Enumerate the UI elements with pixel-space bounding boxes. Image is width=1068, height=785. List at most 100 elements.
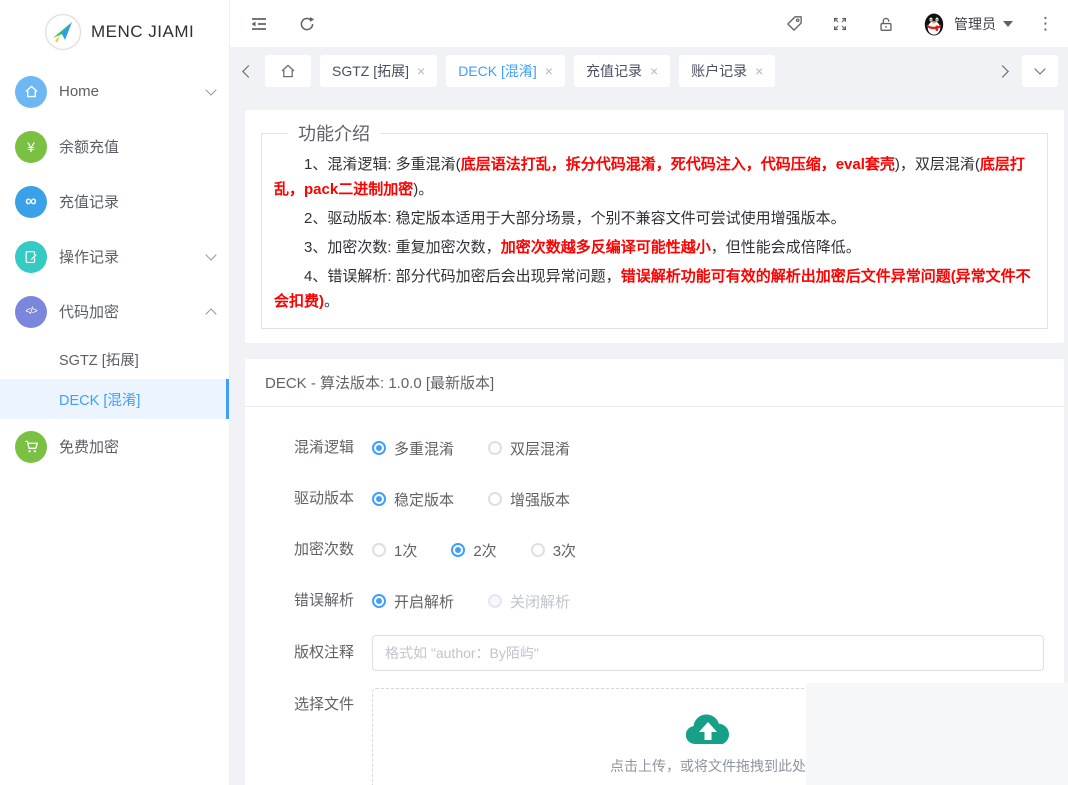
copyright-input[interactable]	[372, 635, 1044, 671]
radio-icon	[372, 594, 386, 608]
tab-home[interactable]	[265, 55, 311, 87]
radio-label: 关闭解析	[510, 591, 570, 612]
radio-icon	[531, 543, 545, 557]
sidebar-item-operation-record[interactable]: 操作记录	[0, 229, 229, 284]
field-label: 选择文件	[245, 688, 372, 722]
radio-icon	[372, 441, 386, 455]
intro-paragraph: 4、错误解析: 部分代码加密后会出现异常问题，错误解析功能可有效的解析出加密后文…	[274, 264, 1035, 314]
radio-label: 多重混淆	[394, 438, 454, 459]
close-tab-icon[interactable]: ×	[545, 64, 553, 78]
form-row-driver: 驱动版本 稳定版本 增强版本	[245, 482, 1044, 516]
tab-account-record[interactable]: 账户记录 ×	[679, 55, 775, 87]
sidebar-item-home[interactable]: Home	[0, 64, 229, 119]
radio-icon	[372, 492, 386, 506]
subitem-label: DECK [混淆]	[59, 389, 140, 410]
fullscreen-icon[interactable]	[829, 13, 851, 35]
app-title: MENC JIAMI	[91, 22, 194, 42]
radio-icon	[372, 543, 386, 557]
cloud-upload-icon	[684, 712, 732, 748]
tabs-scroll-left-icon[interactable]	[238, 62, 256, 80]
sidebar-item-label: 免费加密	[59, 436, 215, 457]
tab-label: DECK [混淆]	[458, 61, 537, 81]
radio-enable-parse[interactable]: 开启解析	[372, 591, 454, 612]
radio-label: 稳定版本	[394, 489, 454, 510]
intro-paragraph: 2、驱动版本: 稳定版本适用于大部分场景，个别不兼容文件可尝试使用增强版本。	[274, 206, 1035, 231]
kebab-menu-icon[interactable]: ⋮	[1037, 15, 1054, 32]
subitem-label: SGTZ [拓展]	[59, 349, 139, 370]
radio-disable-parse: 关闭解析	[488, 591, 570, 612]
sidebar-item-free-encrypt[interactable]: 免费加密	[0, 419, 229, 474]
tab-sgtz[interactable]: SGTZ [拓展] ×	[320, 55, 437, 87]
intro-box: 功能介绍 1、混淆逻辑: 多重混淆(底层语法打乱，拆分代码混淆，死代码注入，代码…	[261, 120, 1048, 329]
field-label: 错误解析	[245, 584, 372, 618]
sidebar-item-code-encrypt[interactable]: </> 代码加密	[0, 284, 229, 339]
field-label: 混淆逻辑	[245, 431, 372, 465]
sidebar-item-label: 充值记录	[59, 191, 215, 212]
radio-label: 双层混淆	[510, 438, 570, 459]
tab-label: SGTZ [拓展]	[332, 61, 409, 81]
caret-down-icon	[1003, 21, 1013, 27]
sidebar: MENC JIAMI Home ¥ 余额充值 ∞ 充值记录 操作记录 </>	[0, 0, 230, 785]
field-label: 加密次数	[245, 533, 372, 567]
operation-record-icon	[15, 241, 47, 273]
sidebar-item-label: 代码加密	[59, 301, 207, 322]
radio-3-times[interactable]: 3次	[531, 540, 576, 561]
close-tab-icon[interactable]: ×	[417, 64, 425, 78]
close-tab-icon[interactable]: ×	[755, 64, 763, 78]
balance-recharge-icon: ¥	[15, 131, 47, 163]
intro-title: 功能介绍	[288, 120, 380, 146]
radio-icon	[451, 543, 465, 557]
page-content: 功能介绍 1、混淆逻辑: 多重混淆(底层语法打乱，拆分代码混淆，死代码注入，代码…	[230, 95, 1068, 785]
radio-label: 3次	[553, 540, 576, 561]
sidebar-item-recharge-record[interactable]: ∞ 充值记录	[0, 174, 229, 229]
radio-enhanced-version[interactable]: 增强版本	[488, 489, 570, 510]
radio-double-obfuscation[interactable]: 双层混淆	[488, 438, 570, 459]
radio-icon	[488, 492, 502, 506]
radio-label: 2次	[473, 540, 496, 561]
upload-hint-text: 点击上传，或将文件拖拽到此处	[610, 756, 806, 776]
unlock-icon[interactable]	[875, 13, 897, 35]
tab-deck[interactable]: DECK [混淆] ×	[446, 55, 565, 87]
sidebar-subitem-deck[interactable]: DECK [混淆]	[0, 379, 229, 419]
sidebar-item-label: 操作记录	[59, 246, 207, 267]
form-row-copyright: 版权注释	[245, 635, 1044, 671]
home-icon	[15, 76, 47, 108]
chevron-down-icon	[205, 249, 216, 260]
chevron-up-icon	[205, 308, 216, 319]
user-menu[interactable]: 管理员	[921, 11, 1013, 37]
close-tab-icon[interactable]: ×	[650, 64, 658, 78]
sidebar-item-balance-recharge[interactable]: ¥ 余额充值	[0, 119, 229, 174]
free-encrypt-icon	[15, 431, 47, 463]
radio-label: 增强版本	[510, 489, 570, 510]
sidebar-item-label: 余额充值	[59, 136, 215, 157]
sidebar-subitem-sgtz[interactable]: SGTZ [拓展]	[0, 339, 229, 379]
qq-penguin-avatar	[921, 11, 947, 37]
sidebar-item-label: Home	[59, 83, 207, 100]
radio-2-times[interactable]: 2次	[451, 540, 496, 561]
form-header: DECK - 算法版本: 1.0.0 [最新版本]	[245, 359, 1064, 407]
menu-fold-icon[interactable]	[248, 13, 270, 35]
tab-label: 充值记录	[586, 61, 642, 81]
app-logo: MENC JIAMI	[0, 0, 229, 64]
radio-label: 开启解析	[394, 591, 454, 612]
radio-1-time[interactable]: 1次	[372, 540, 417, 561]
intro-paragraph: 1、混淆逻辑: 多重混淆(底层语法打乱，拆分代码混淆，死代码注入，代码压缩，ev…	[274, 152, 1035, 202]
rocket-logo-icon	[44, 13, 82, 51]
tab-recharge-record[interactable]: 充值记录 ×	[574, 55, 670, 87]
overlay-panel	[806, 683, 1068, 785]
tag-icon[interactable]	[783, 13, 805, 35]
radio-multi-obfuscation[interactable]: 多重混淆	[372, 438, 454, 459]
app-window: MENC JIAMI Home ¥ 余额充值 ∞ 充值记录 操作记录 </>	[0, 0, 1068, 785]
refresh-icon[interactable]	[296, 13, 318, 35]
tabs-scroll-right-icon[interactable]	[995, 62, 1013, 80]
tab-label: 账户记录	[691, 61, 747, 81]
tabs-dropdown-button[interactable]	[1022, 55, 1058, 87]
form-row-obfuscation: 混淆逻辑 多重混淆 双层混淆	[245, 431, 1044, 465]
radio-stable-version[interactable]: 稳定版本	[372, 489, 454, 510]
topbar: 管理员 ⋮	[230, 0, 1068, 47]
form-row-times: 加密次数 1次 2次 3次	[245, 533, 1044, 567]
radio-label: 1次	[394, 540, 417, 561]
recharge-record-icon: ∞	[15, 186, 47, 218]
field-label: 驱动版本	[245, 482, 372, 516]
radio-icon	[488, 594, 502, 608]
